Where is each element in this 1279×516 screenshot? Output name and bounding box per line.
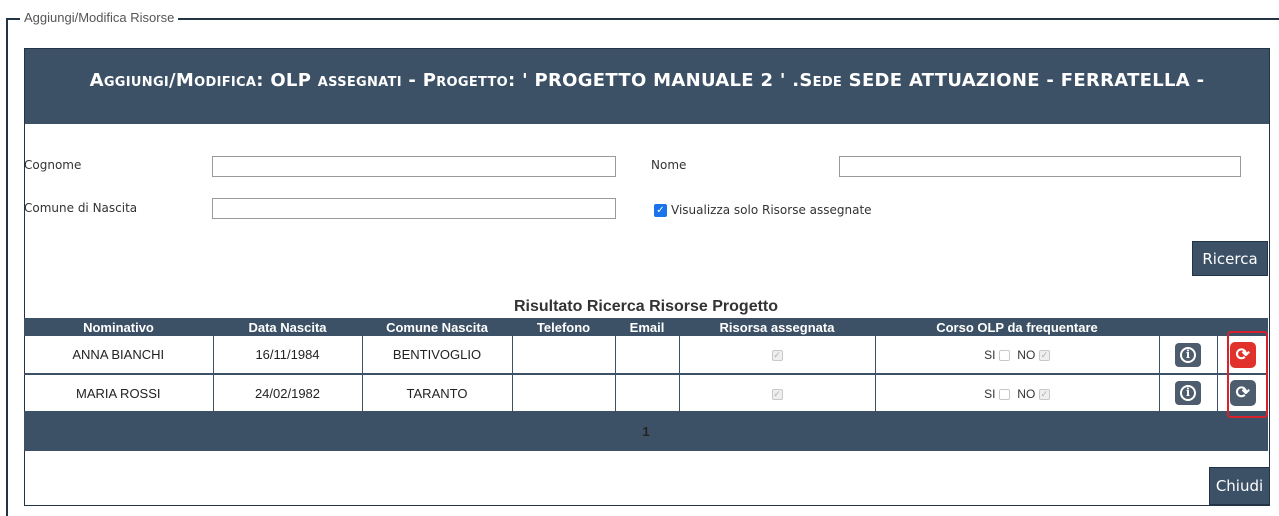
col-data-nascita: Data Nascita xyxy=(213,318,362,336)
info-icon: i xyxy=(1180,385,1196,401)
col-swap xyxy=(1217,318,1268,336)
cell-corso-olp: SI NO ✓ xyxy=(875,336,1160,375)
cell-risorsa-assegnata: ✓ xyxy=(679,374,876,413)
cell-nominativo: ANNA BIANCHI xyxy=(24,336,214,375)
col-email: Email xyxy=(615,318,679,336)
col-comune-nascita: Comune Nascita xyxy=(362,318,512,336)
cell-email xyxy=(615,374,680,413)
cell-info: i xyxy=(1159,336,1218,375)
info-icon: i xyxy=(1180,346,1196,363)
fieldset-legend: Aggiungi/Modifica Risorse xyxy=(20,10,179,25)
no-checkbox: ✓ xyxy=(1038,350,1050,362)
no-checkbox: ✓ xyxy=(1038,388,1050,400)
col-nominativo: Nominativo xyxy=(24,318,213,336)
si-checkbox xyxy=(999,388,1011,400)
cell-comune-nascita: TARANTO xyxy=(362,374,513,413)
cell-telefono xyxy=(512,374,616,413)
cell-swap: ⟳ xyxy=(1217,374,1268,413)
cell-comune-nascita: BENTIVOGLIO xyxy=(362,336,513,375)
cell-swap: ⟳ xyxy=(1217,336,1268,375)
pager-row: 1 xyxy=(24,412,1268,451)
results-area: Risultato Ricerca Risorse Progetto Nomin… xyxy=(24,48,1270,506)
cell-email xyxy=(615,336,680,375)
results-title: Risultato Ricerca Risorse Progetto xyxy=(513,298,779,315)
col-risorsa-assegnata: Risorsa assegnata xyxy=(679,318,875,336)
table-row: ANNA BIANCHI 16/11/1984 BENTIVOGLIO ✓ SI… xyxy=(24,336,1268,375)
cell-data-nascita: 24/02/1982 xyxy=(213,374,363,413)
no-label: NO xyxy=(1017,386,1036,401)
info-button[interactable]: i xyxy=(1175,342,1201,367)
assigned-checkbox: ✓ xyxy=(771,350,783,362)
close-button[interactable]: Chiudi xyxy=(1209,467,1270,505)
page-number[interactable]: 1 xyxy=(24,412,1268,451)
cell-nominativo: MARIA ROSSI xyxy=(24,374,214,413)
results-table: Nominativo Data Nascita Comune Nascita T… xyxy=(24,318,1268,451)
col-corso-olp: Corso OLP da frequentare xyxy=(875,318,1159,336)
table-header-row: Nominativo Data Nascita Comune Nascita T… xyxy=(24,318,1268,336)
no-label: NO xyxy=(1017,348,1036,362)
si-label: SI xyxy=(984,348,996,362)
si-checkbox xyxy=(999,350,1011,362)
assigned-checkbox: ✓ xyxy=(771,388,783,400)
cell-telefono xyxy=(512,336,616,375)
cell-info: i xyxy=(1159,374,1218,413)
info-button[interactable]: i xyxy=(1175,381,1201,405)
table-row: MARIA ROSSI 24/02/1982 TARANTO ✓ SI NO ✓… xyxy=(24,374,1268,413)
si-label: SI xyxy=(984,386,996,401)
swap-icon[interactable]: ⟳ xyxy=(1229,341,1256,368)
cell-data-nascita: 16/11/1984 xyxy=(213,336,363,375)
cell-risorsa-assegnata: ✓ xyxy=(679,336,876,375)
cell-corso-olp: SI NO ✓ xyxy=(875,374,1160,413)
col-telefono: Telefono xyxy=(512,318,615,336)
swap-icon[interactable]: ⟳ xyxy=(1229,380,1256,406)
col-info xyxy=(1159,318,1217,336)
